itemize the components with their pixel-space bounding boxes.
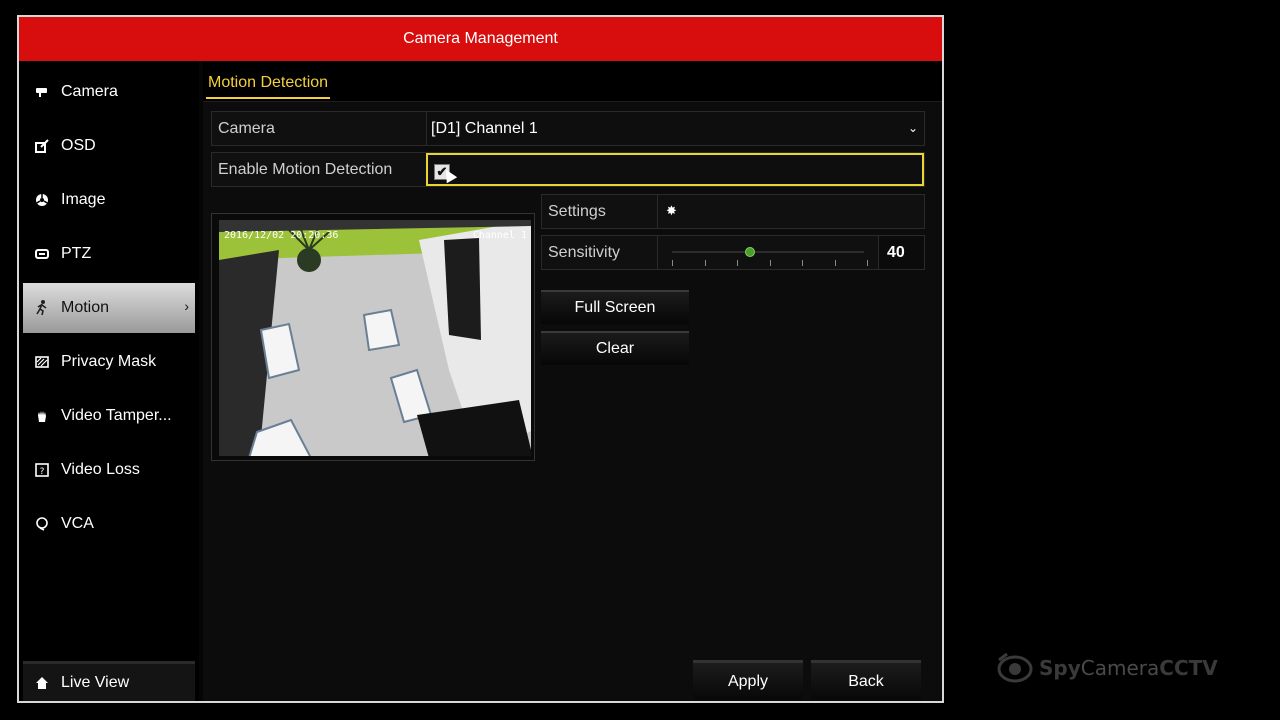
slider-tick <box>867 260 868 266</box>
home-icon <box>35 676 57 690</box>
camera-management-window: Camera Management Camera OSD Image PTZ M… <box>17 15 944 703</box>
vca-icon <box>35 517 57 531</box>
sensitivity-field: 40 <box>657 236 924 269</box>
chevron-down-icon: ⌄ <box>907 121 918 135</box>
preview-channel-name: Channel 1 <box>472 230 527 241</box>
sidebar-item-motion[interactable]: Motion › <box>23 283 195 333</box>
sidebar-item-label: Video Loss <box>61 461 140 478</box>
osd-icon <box>35 139 57 153</box>
settings-field: ✸ <box>657 195 924 228</box>
slider-tick <box>705 260 706 266</box>
logo-text-cctv: CCTV <box>1159 656 1218 680</box>
sidebar-item-label: Camera <box>61 83 118 100</box>
camera-select-value: [D1] Channel 1 <box>431 120 538 137</box>
enable-motion-label: Enable Motion Detection <box>218 161 393 178</box>
live-view-button[interactable]: Live View <box>23 661 195 701</box>
image-icon <box>35 193 57 207</box>
live-view-label: Live View <box>61 673 130 691</box>
back-button[interactable]: Back <box>811 660 921 700</box>
sidebar-item-label: OSD <box>61 137 96 154</box>
clear-button[interactable]: Clear <box>541 331 689 365</box>
camera-lens-logo-icon <box>997 652 1033 683</box>
preview-timestamp: 2016/12/02 20:20:36 <box>224 230 339 241</box>
settings-label: Settings <box>548 203 606 220</box>
spycameracctv-logo: Spy Camera CCTV <box>997 648 1218 688</box>
settings-row: Settings ✸ <box>541 194 925 229</box>
video-loss-icon: ? <box>35 463 57 477</box>
camera-row: Camera [D1] Channel 1 ⌄ <box>211 111 925 146</box>
chevron-right-icon: › <box>184 298 189 314</box>
sidebar-item-label: Motion <box>61 299 110 316</box>
sidebar-item-osd[interactable]: OSD <box>23 121 195 171</box>
logo-text-camera: Camera <box>1080 656 1160 680</box>
sensitivity-slider-ticks <box>672 260 868 266</box>
preview-image: 2016/12/02 20:20:36 Channel 1 <box>219 220 531 456</box>
slider-tick <box>835 260 836 266</box>
camera-preview[interactable]: 2016/12/02 20:20:36 Channel 1 <box>211 213 535 461</box>
sidebar-item-label: Video Tamper... <box>61 407 172 424</box>
sidebar-item-privacy-mask[interactable]: Privacy Mask <box>23 337 195 387</box>
slider-tick <box>770 260 771 266</box>
apply-button[interactable]: Apply <box>693 660 803 700</box>
camera-select[interactable]: [D1] Channel 1 ⌄ <box>426 112 924 145</box>
sidebar-item-ptz[interactable]: PTZ <box>23 229 195 279</box>
sidebar-item-label: Privacy Mask <box>61 353 157 370</box>
gear-icon[interactable]: ✸ <box>666 203 677 219</box>
sidebar-item-label: PTZ <box>61 245 92 262</box>
sidebar-item-label: Image <box>61 191 106 208</box>
window-title: Camera Management <box>19 17 942 61</box>
enable-motion-row: Enable Motion Detection ✔ <box>211 152 925 187</box>
sensitivity-value[interactable]: 40 <box>878 236 924 269</box>
logo-text-spy: Spy <box>1039 656 1081 680</box>
sidebar: Camera OSD Image PTZ Motion › Privacy Ma… <box>19 61 199 701</box>
sensitivity-slider-track[interactable] <box>672 251 864 253</box>
full-screen-button[interactable]: Full Screen <box>541 290 689 324</box>
sidebar-item-camera[interactable]: Camera <box>23 67 195 117</box>
sidebar-item-video-tamper[interactable]: Video Tamper... <box>23 391 195 441</box>
video-tamper-icon <box>35 409 57 423</box>
camera-icon <box>35 86 57 98</box>
motion-icon <box>35 300 57 316</box>
enable-motion-field: ✔ <box>426 153 924 186</box>
slider-tick <box>802 260 803 266</box>
tab-motion-detection[interactable]: Motion Detection <box>206 69 331 99</box>
sensitivity-label: Sensitivity <box>548 244 621 261</box>
sidebar-item-image[interactable]: Image <box>23 175 195 225</box>
privacy-mask-icon <box>35 356 57 368</box>
sidebar-item-label: VCA <box>61 515 94 532</box>
camera-label: Camera <box>218 120 275 137</box>
main-panel: Motion Detection Camera [D1] Channel 1 ⌄… <box>203 61 942 701</box>
sidebar-item-vca[interactable]: VCA <box>23 499 195 549</box>
svg-text:?: ? <box>40 467 45 477</box>
sensitivity-slider-handle[interactable] <box>745 247 755 257</box>
sensitivity-row: Sensitivity 40 <box>541 235 925 270</box>
tab-bar: Motion Detection <box>203 61 942 102</box>
slider-tick <box>672 260 673 266</box>
ptz-icon <box>35 248 57 260</box>
slider-tick <box>737 260 738 266</box>
sidebar-item-video-loss[interactable]: ? Video Loss <box>23 445 195 495</box>
